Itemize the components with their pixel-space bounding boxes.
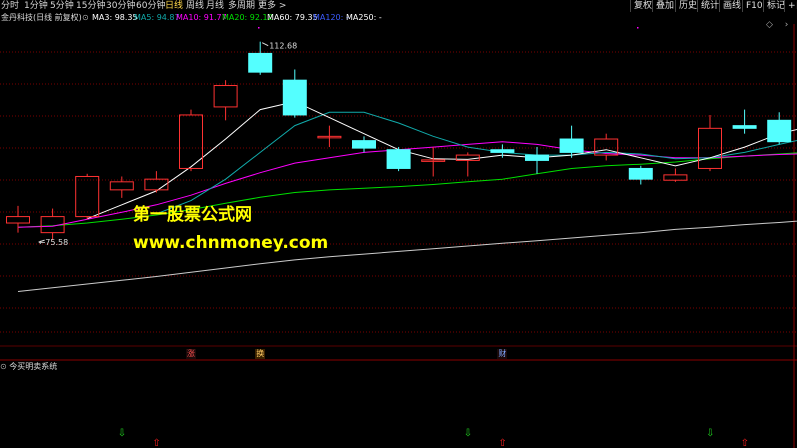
- candle-body: [144, 178, 169, 191]
- candle-body: [767, 119, 792, 143]
- low-price-label: ←75.58: [39, 238, 69, 247]
- high-marker: [261, 42, 269, 47]
- sell-signal-arrow: ⇩: [118, 428, 126, 439]
- candle-body: [109, 181, 134, 191]
- candle-body: [248, 52, 273, 73]
- candle-body: [628, 167, 653, 180]
- event-badge[interactable]: 财: [497, 349, 508, 359]
- buy-signal-arrow: ⇧: [498, 438, 506, 448]
- indicator-name: 今买明卖系统: [9, 362, 58, 371]
- buy-signal-arrow: ⇧: [152, 438, 160, 448]
- candle-body: [352, 140, 376, 149]
- candle-body: [525, 154, 549, 161]
- top-marker: [258, 27, 260, 29]
- subchart-title: ⊙ 今买明卖系统: [0, 362, 57, 372]
- sell-signal-arrow: ⇩: [706, 428, 714, 439]
- candle-body: [282, 79, 307, 116]
- watermark-title: 第一股票公式网: [133, 205, 252, 225]
- settings-icon[interactable]: ⊙: [0, 362, 7, 371]
- candle-body: [698, 127, 722, 169]
- event-badge[interactable]: 换: [255, 349, 266, 359]
- sell-signal-arrow: ⇩: [464, 428, 472, 439]
- candle-body: [732, 125, 757, 129]
- candle-body: [213, 85, 238, 108]
- candle-body: [559, 138, 584, 153]
- event-badge[interactable]: 涨: [186, 349, 196, 359]
- candle-body: [75, 175, 100, 218]
- top-marker: [637, 27, 639, 29]
- candle-body: [6, 216, 30, 224]
- candle-body: [663, 174, 688, 181]
- kline-chart[interactable]: 112.68 ←75.58 ⇩ ⇧ ⇩ ⇧ ⇩ ⇧: [0, 0, 797, 448]
- watermark-url: www.chnmoney.com: [133, 233, 329, 253]
- buy-signal-arrow: ⇧: [741, 438, 749, 448]
- high-price-label: 112.68: [269, 42, 297, 51]
- ma60-line: [17, 220, 797, 292]
- candle-body: [386, 149, 411, 169]
- candle-body: [490, 149, 515, 153]
